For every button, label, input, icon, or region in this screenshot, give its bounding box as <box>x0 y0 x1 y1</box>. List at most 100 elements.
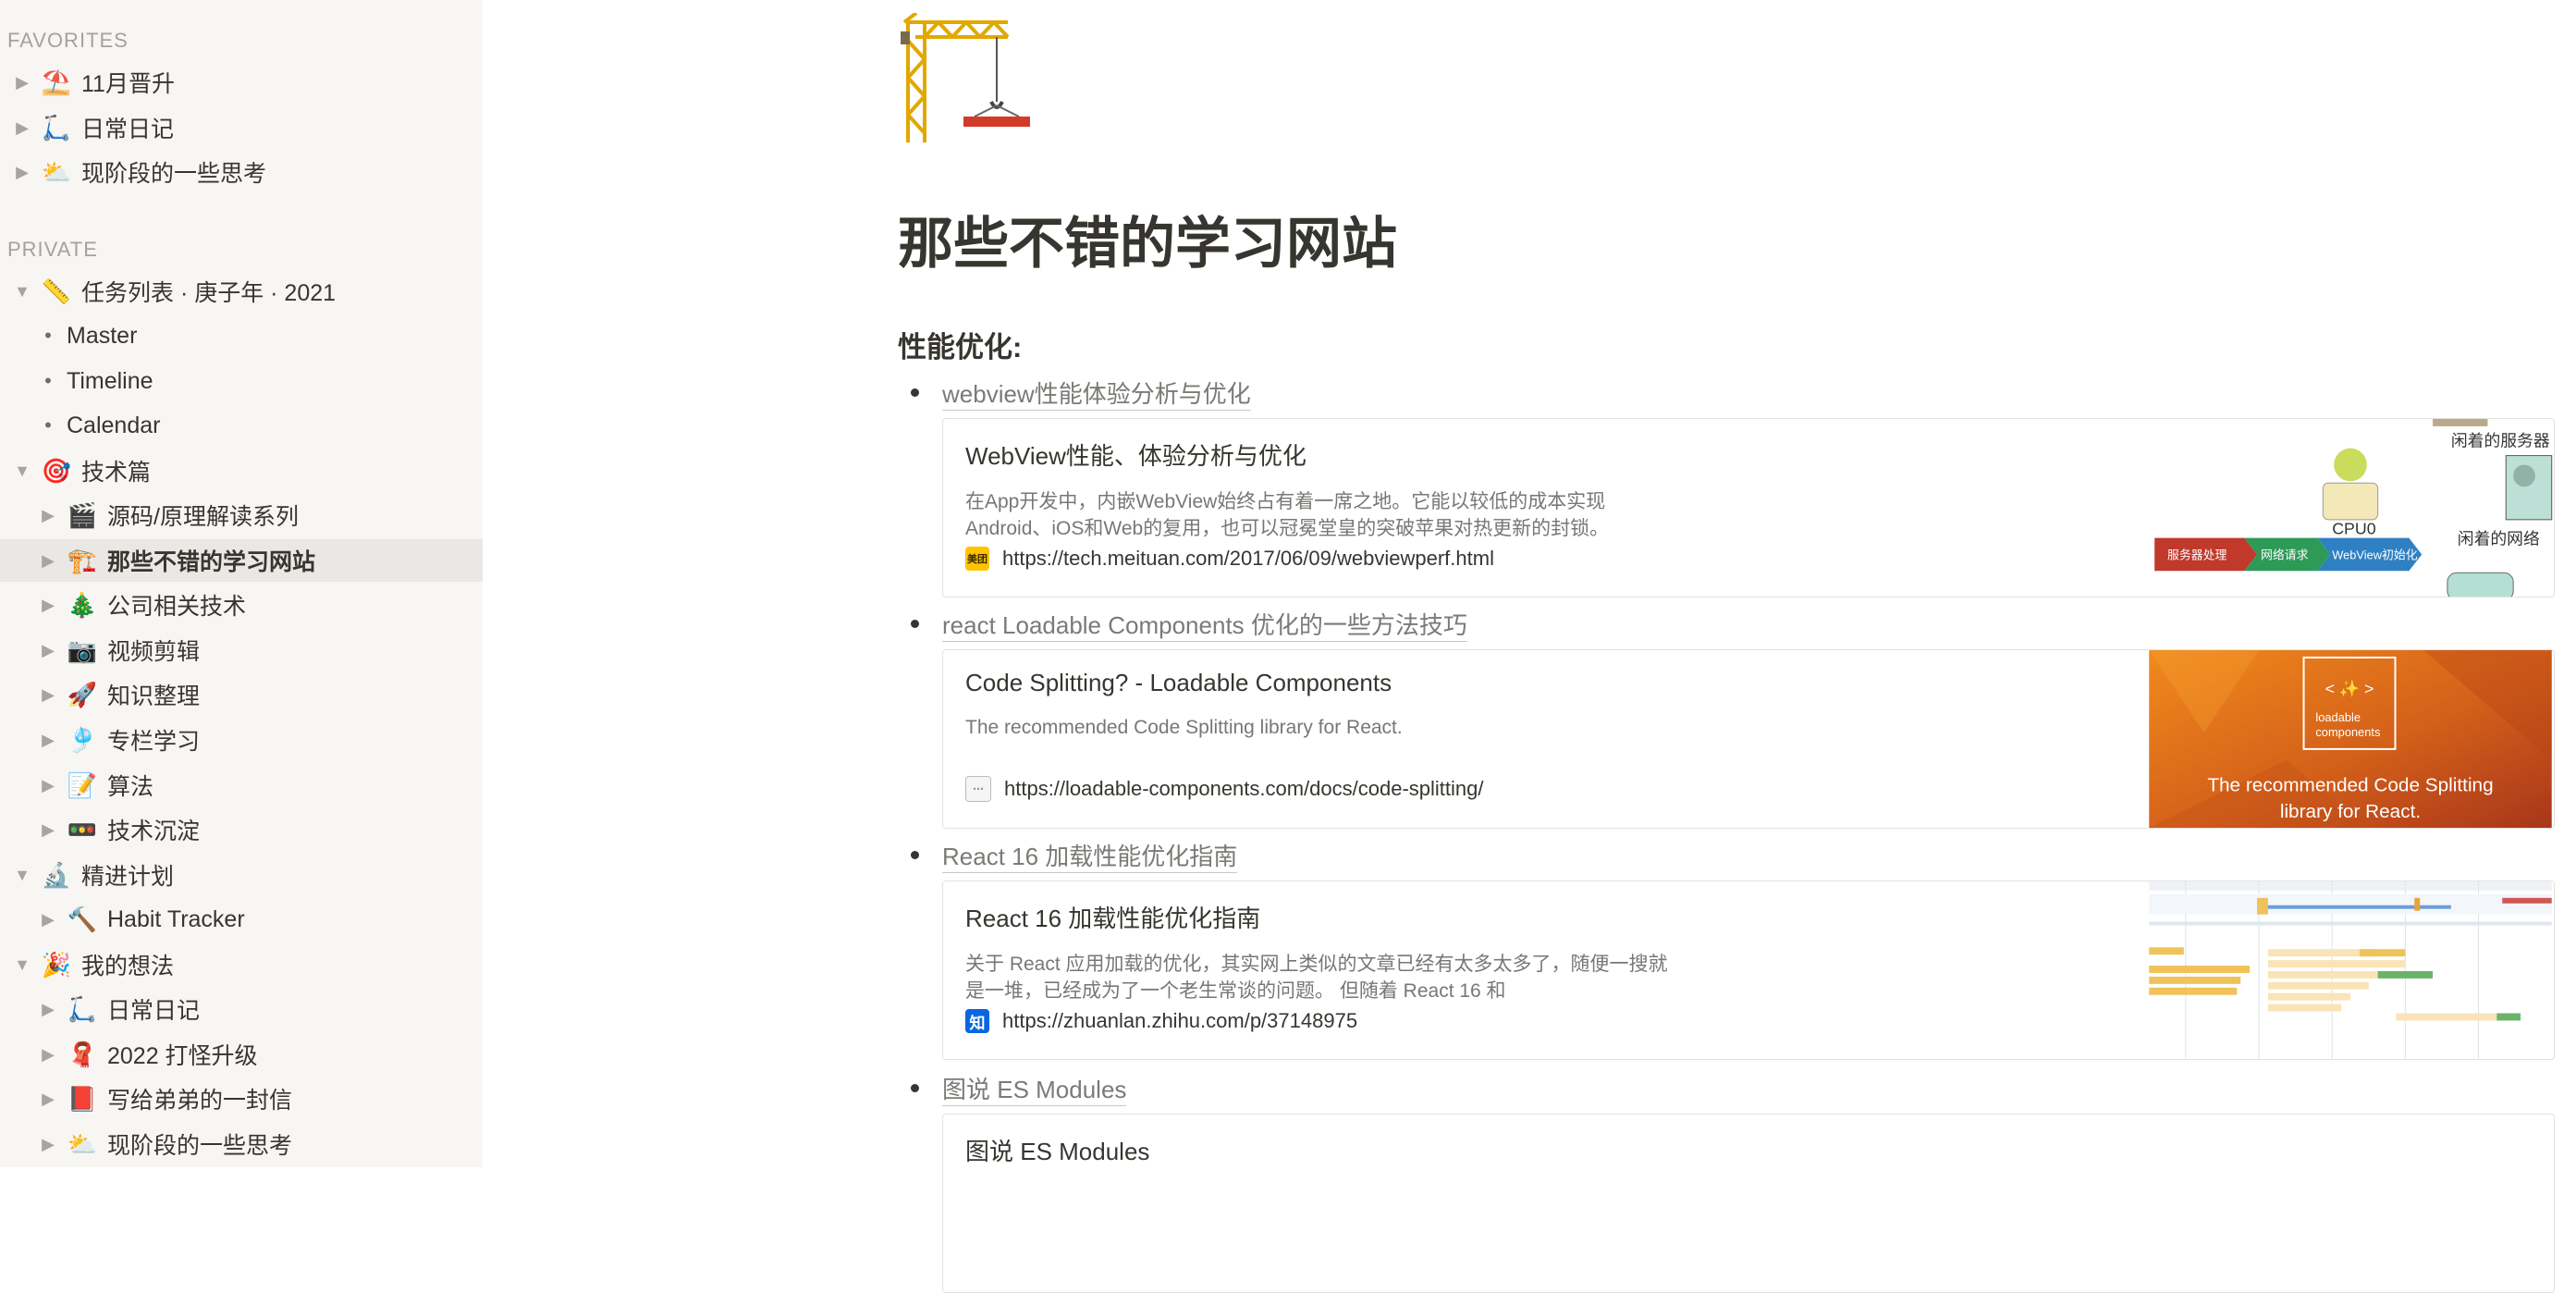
sidebar-item-improvement-plan[interactable]: ▼ 🔬 精进计划 <box>0 854 483 896</box>
sidebar-item-video-editing[interactable]: ▶ 📷 视频剪辑 <box>0 629 483 671</box>
expand-triangle-icon[interactable]: ▶ <box>37 596 59 615</box>
sidebar-item-knowledge[interactable]: ▶ 🚀 知识整理 <box>0 673 483 716</box>
hammer-icon: 🔨 <box>67 905 98 933</box>
bookmark-card-webview[interactable]: WebView性能、体验分析与优化 在App开发中，内嵌WebView始终占有着… <box>942 418 2555 597</box>
react16-link[interactable]: React 16 加载性能优化指南 <box>942 843 1238 873</box>
webview-preview-image: 闲着的服务器 CPU0 闲着的网络 服务器处理 网络请求 WebView初始化 <box>2149 419 2553 597</box>
zhihu-favicon-icon: 知 <box>965 1009 989 1033</box>
sidebar-item-tech[interactable]: ▼ 🎯 技术篇 <box>0 449 483 492</box>
traffic-light-icon: 🚥 <box>67 815 98 844</box>
bookmark-text: Code Splitting? - Loadable Components Th… <box>965 669 1668 768</box>
expand-triangle-icon[interactable]: ▶ <box>11 163 33 182</box>
sidebar-item-calendar[interactable]: • Calendar <box>0 404 483 447</box>
bookmark-title: React 16 加载性能优化指南 <box>965 905 1261 932</box>
sidebar-item-label: Timeline <box>67 367 153 394</box>
sidebar-item-daily-diary[interactable]: ▶ 🛴 日常日记 <box>0 106 483 149</box>
sidebar-item-daily-diary-2[interactable]: ▶ 🛴 日常日记 <box>0 988 483 1030</box>
sidebar-item-source-code[interactable]: ▶ 🎬 源码/原理解读系列 <box>0 494 483 536</box>
sidebar-item-label: 写给弟弟的一封信 <box>107 1088 293 1114</box>
sidebar-item-label: 11月晋升 <box>81 71 175 97</box>
sidebar-item-label: 任务列表 · 庚子年 · 2021 <box>81 280 337 306</box>
list-item: webview性能体验分析与优化 <box>911 376 1251 411</box>
bookmark-card-es-modules[interactable]: 图说 ES Modules <box>942 1114 2555 1293</box>
expand-triangle-icon[interactable]: ▶ <box>37 731 59 750</box>
collapse-triangle-icon[interactable]: ▼ <box>11 866 33 885</box>
loadable-logo-text: components <box>2315 725 2380 739</box>
bookmark-card-loadable[interactable]: Code Splitting? - Loadable Components Th… <box>942 649 2555 829</box>
collapse-triangle-icon[interactable]: ▼ <box>11 282 33 302</box>
sidebar-item-habit-tracker[interactable]: ▶ 🔨 Habit Tracker <box>0 898 483 941</box>
page-title[interactable]: 那些不错的学习网站 <box>898 199 1397 279</box>
sidebar-item-label: 现阶段的一些思考 <box>107 1133 293 1159</box>
sidebar-item-label: Calendar <box>67 412 161 438</box>
loadable-components-link[interactable]: react Loadable Components 优化的一些方法技巧 <box>942 611 1467 642</box>
bullet-icon: • <box>44 413 52 437</box>
sidebar: FAVORITES ▶ ⛱️ 11月晋升 ▶ 🛴 日常日记 ▶ ⛅ 现阶段的一些… <box>0 0 483 1167</box>
sidebar-item-label: Master <box>67 322 138 349</box>
loadable-preview-image: < ✨ > loadable components The recommende… <box>2149 650 2552 828</box>
sidebar-item-label: 算法 <box>107 774 154 800</box>
expand-triangle-icon[interactable]: ▶ <box>37 910 59 930</box>
book-icon: 📕 <box>67 1084 98 1113</box>
party-popper-icon: 🎉 <box>41 950 72 979</box>
sidebar-item-company-tech[interactable]: ▶ 🎄 公司相关技术 <box>0 584 483 626</box>
cloud-sun-icon: ⛅ <box>41 157 72 186</box>
expand-triangle-icon[interactable]: ▶ <box>11 118 33 138</box>
umbrella-icon: ⛱️ <box>41 68 72 96</box>
bullet-icon <box>911 851 919 859</box>
expand-triangle-icon[interactable]: ▶ <box>37 551 59 571</box>
bookmark-title: Code Splitting? - Loadable Components <box>965 669 1392 696</box>
expand-triangle-icon[interactable]: ▶ <box>37 820 59 840</box>
expand-triangle-icon[interactable]: ▶ <box>37 506 59 525</box>
list-item: React 16 加载性能优化指南 <box>911 838 1238 873</box>
collapse-triangle-icon[interactable]: ▼ <box>11 462 33 481</box>
sidebar-item-tech-accumulation[interactable]: ▶ 🚥 技术沉淀 <box>0 808 483 851</box>
sidebar-item-promotion[interactable]: ▶ ⛱️ 11月晋升 <box>0 61 483 104</box>
sidebar-item-algorithms[interactable]: ▶ 📝 算法 <box>0 764 483 807</box>
ruler-icon: 📏 <box>41 277 72 305</box>
step-webview: WebView初始化 <box>2332 548 2418 561</box>
expand-triangle-icon[interactable]: ▶ <box>37 1135 59 1154</box>
sidebar-item-column-study[interactable]: ▶ 🎐 专栏学习 <box>0 719 483 761</box>
performance-timeline-image <box>2149 881 2552 1059</box>
sidebar-item-label: 技术沉淀 <box>107 819 201 844</box>
expand-triangle-icon[interactable]: ▶ <box>37 685 59 705</box>
bookmark-url-text: https://loadable-components.com/docs/cod… <box>1004 777 1484 800</box>
bookmark-title: 图说 ES Modules <box>965 1138 1150 1165</box>
sidebar-item-thoughts-2[interactable]: ▶ ⛅ 现阶段的一些思考 <box>0 1123 483 1165</box>
target-icon: 🎯 <box>41 456 72 485</box>
sidebar-item-timeline[interactable]: • Timeline <box>0 360 483 402</box>
sidebar-item-master[interactable]: • Master <box>0 314 483 357</box>
expand-triangle-icon[interactable]: ▶ <box>37 1090 59 1109</box>
sidebar-item-label: 精进计划 <box>81 864 175 890</box>
construction-crane-icon[interactable] <box>897 13 1036 147</box>
bookmark-text: WebView性能、体验分析与优化 在App开发中，内嵌WebView始终占有着… <box>965 437 1668 542</box>
es-modules-link[interactable]: 图说 ES Modules <box>942 1076 1127 1106</box>
sidebar-item-label: 现阶段的一些思考 <box>81 161 267 187</box>
sidebar-item-task-list[interactable]: ▼ 📏 任务列表 · 庚子年 · 2021 <box>0 270 483 313</box>
list-item: 图说 ES Modules <box>911 1071 1127 1106</box>
wind-chime-icon: 🎐 <box>67 725 98 754</box>
loadable-logo-symbol: < ✨ > <box>2325 680 2374 698</box>
sidebar-item-label: 公司相关技术 <box>107 594 247 620</box>
expand-triangle-icon[interactable]: ▶ <box>37 776 59 795</box>
meituan-favicon-icon: 美团 <box>965 547 989 571</box>
bullet-icon <box>911 388 919 397</box>
collapse-triangle-icon[interactable]: ▼ <box>11 955 33 975</box>
page-favicon-icon: ⋯ <box>965 776 991 802</box>
expand-triangle-icon[interactable]: ▶ <box>37 1045 59 1065</box>
sidebar-item-thoughts[interactable]: ▶ ⛅ 现阶段的一些思考 <box>0 151 483 193</box>
expand-triangle-icon[interactable]: ▶ <box>37 641 59 660</box>
expand-triangle-icon[interactable]: ▶ <box>37 1000 59 1019</box>
expand-triangle-icon[interactable]: ▶ <box>11 73 33 92</box>
sidebar-item-my-ideas[interactable]: ▼ 🎉 我的想法 <box>0 943 483 986</box>
sidebar-item-label: 技术篇 <box>81 460 152 486</box>
private-section-label: PRIVATE <box>7 238 98 261</box>
bullet-icon <box>911 1084 919 1092</box>
sidebar-item-learning-sites[interactable]: ▶ 🏗️ 那些不错的学习网站 <box>0 539 483 582</box>
sidebar-item-letter[interactable]: ▶ 📕 写给弟弟的一封信 <box>0 1078 483 1120</box>
bookmark-card-react16[interactable]: React 16 加载性能优化指南 关于 React 应用加载的优化，其实网上类… <box>942 880 2555 1060</box>
crane-icon: 🏗️ <box>67 546 98 574</box>
sidebar-item-2022[interactable]: ▶ 🧣 2022 打怪升级 <box>0 1033 483 1076</box>
webview-link[interactable]: webview性能体验分析与优化 <box>942 380 1251 411</box>
